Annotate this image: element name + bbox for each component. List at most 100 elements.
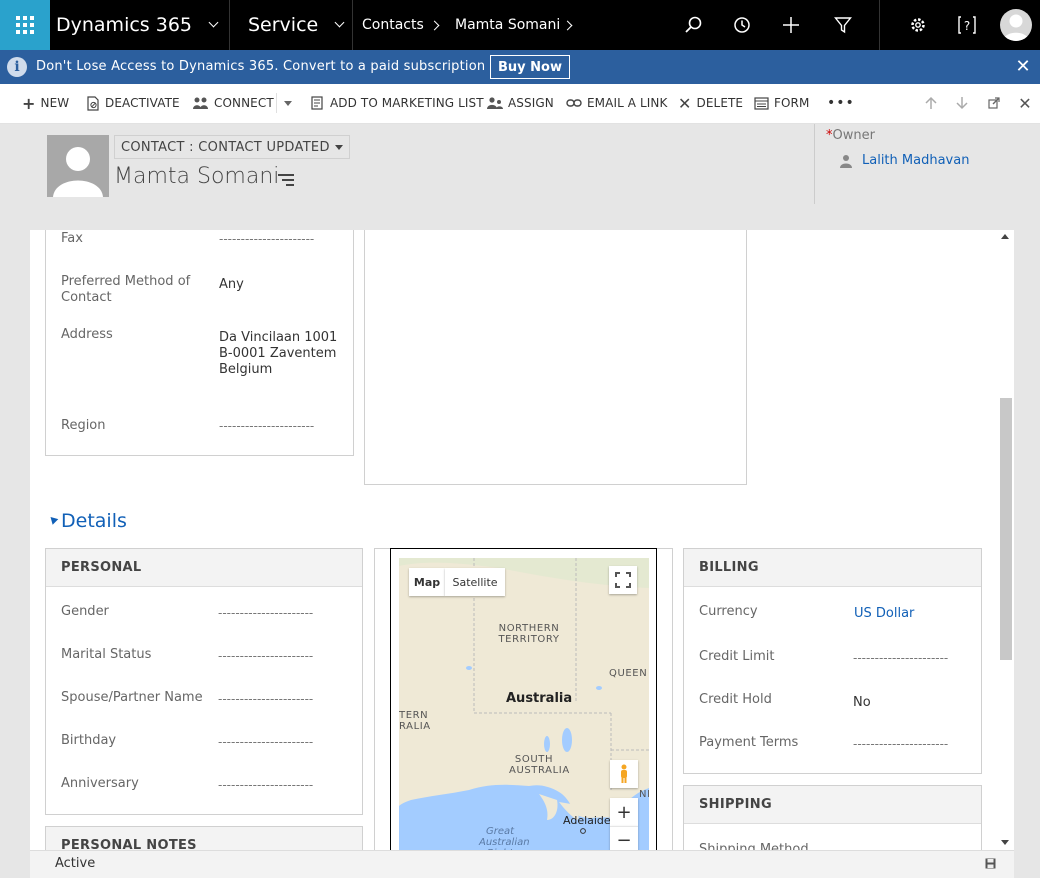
info-icon: i	[7, 57, 27, 77]
form-icon	[754, 96, 769, 110]
address-line-1[interactable]: Da Vincilaan 1001	[219, 330, 337, 346]
collapse-triangle-icon[interactable]	[47, 514, 59, 525]
pop-out-button[interactable]	[983, 84, 1005, 122]
more-commands-button[interactable]: •••	[827, 84, 855, 122]
breadcrumb-contacts[interactable]: Contacts	[362, 0, 424, 50]
form-button[interactable]: FORM	[754, 84, 809, 122]
breadcrumb-record-menu[interactable]	[562, 0, 573, 50]
delete-label: DELETE	[696, 96, 744, 110]
save-icon[interactable]	[985, 858, 996, 869]
shipping-heading: SHIPPING	[684, 786, 981, 824]
satellite-view-tab[interactable]: Satellite	[445, 568, 505, 596]
form-selector[interactable]: CONTACT : CONTACT UPDATED	[114, 135, 350, 159]
contact-photo[interactable]	[47, 135, 109, 197]
fullscreen-icon	[615, 572, 631, 588]
anniversary-value[interactable]: ----------------------	[218, 778, 313, 792]
module-menu[interactable]: Service	[248, 0, 345, 50]
settings-button[interactable]	[898, 0, 938, 50]
marketing-list-icon	[311, 96, 323, 110]
birthday-label: Birthday	[61, 733, 117, 748]
spouse-name-value[interactable]: ----------------------	[218, 692, 313, 706]
map-canvas[interactable]: Map Satellite NORTHERN TERRITORY QUEEN T…	[399, 558, 649, 852]
map-view-tab[interactable]: Map	[409, 568, 445, 596]
preferred-method-label: Preferred Method of Contact	[61, 274, 191, 305]
email-a-link-button[interactable]: EMAIL A LINK	[566, 84, 667, 122]
arrow-down-icon	[956, 97, 968, 110]
filter-icon	[834, 17, 852, 34]
address-line-3[interactable]: Belgium	[219, 362, 272, 378]
region-value[interactable]: ----------------------	[219, 419, 314, 433]
advanced-find-button[interactable]	[823, 0, 863, 50]
quick-create-button[interactable]	[771, 0, 811, 50]
next-record-button[interactable]	[951, 84, 973, 122]
plus-icon	[783, 17, 799, 33]
top-navigation-bar: Dynamics 365 Service Contacts Mamta Soma…	[0, 0, 1040, 50]
svg-text:?: ?	[964, 19, 970, 33]
fullscreen-button[interactable]	[609, 566, 637, 594]
gender-value[interactable]: ----------------------	[218, 606, 313, 620]
module-name: Service	[248, 14, 319, 36]
scrollbar-thumb[interactable]	[1000, 398, 1012, 660]
chevron-down-icon	[334, 17, 345, 28]
map-label-bight: Great Australian Bight	[479, 826, 530, 852]
chevron-down-icon	[208, 17, 219, 28]
close-icon[interactable]: ✕	[1013, 55, 1033, 77]
fax-value[interactable]: ----------------------	[219, 232, 314, 246]
email-a-link-label: EMAIL A LINK	[587, 96, 668, 110]
fax-label: Fax	[61, 231, 83, 246]
app-launcher-button[interactable]	[0, 0, 50, 50]
delete-button[interactable]: ✕ DELETE	[678, 84, 743, 122]
zoom-out-button[interactable]: −	[610, 826, 638, 852]
credit-hold-label: Credit Hold	[699, 692, 772, 707]
payment-terms-value[interactable]: ----------------------	[853, 737, 948, 751]
currency-value-link[interactable]: US Dollar	[854, 606, 914, 621]
add-to-marketing-list-button[interactable]: ADD TO MARKETING LIST	[311, 84, 484, 122]
pop-out-icon	[988, 97, 1000, 109]
credit-hold-value[interactable]: No	[853, 695, 871, 711]
credit-limit-label: Credit Limit	[699, 649, 775, 664]
app-name-menu[interactable]: Dynamics 365	[56, 0, 219, 50]
map-label-nsw: NI	[639, 789, 649, 800]
previous-record-button[interactable]	[920, 84, 942, 122]
app-name: Dynamics 365	[56, 14, 192, 36]
history-icon	[734, 17, 750, 33]
birthday-value[interactable]: ----------------------	[218, 735, 313, 749]
record-menu-button[interactable]	[278, 174, 294, 189]
preferred-method-value[interactable]: Any	[219, 277, 244, 293]
credit-limit-value[interactable]: ----------------------	[853, 651, 948, 665]
help-button[interactable]: ?	[947, 0, 987, 50]
user-avatar[interactable]	[1000, 9, 1032, 41]
details-section-title[interactable]: Details	[61, 510, 127, 532]
owner-value-link[interactable]: Lalith Madhavan	[862, 153, 969, 168]
new-button[interactable]: + NEW	[22, 84, 69, 122]
new-label: NEW	[40, 96, 70, 110]
currency-label: Currency	[699, 604, 758, 619]
chevron-right-icon	[562, 20, 573, 30]
chevron-right-icon	[429, 20, 440, 30]
form-label: FORM	[774, 96, 810, 110]
search-button[interactable]	[673, 0, 713, 50]
address-line-2[interactable]: B-0001 Zaventem	[219, 346, 336, 362]
assign-label: ASSIGN	[508, 96, 554, 110]
street-view-pegman[interactable]	[610, 760, 638, 788]
personal-notes-heading: PERSONAL NOTES	[46, 827, 362, 850]
connect-dropdown-button[interactable]	[276, 93, 298, 113]
breadcrumb-record[interactable]: Mamta Somani	[455, 0, 560, 50]
recent-records-button[interactable]	[722, 0, 762, 50]
close-form-button[interactable]: ✕	[1014, 84, 1036, 122]
map-label-nt: NORTHERN TERRITORY	[498, 623, 560, 645]
chevron-down-icon	[334, 144, 343, 150]
scroll-down-arrow-icon[interactable]	[1001, 840, 1009, 845]
connect-button[interactable]: CONNECT	[193, 84, 274, 122]
map-label-city: Adelaide	[563, 814, 611, 827]
marital-status-value[interactable]: ----------------------	[218, 649, 313, 663]
assign-button[interactable]: ASSIGN	[487, 84, 554, 122]
shipping-method-label: Shipping Method	[699, 842, 809, 850]
buy-now-button[interactable]: Buy Now	[490, 55, 570, 79]
scroll-up-arrow-icon[interactable]	[1001, 234, 1009, 239]
zoom-in-button[interactable]: +	[610, 798, 638, 826]
deactivate-label: DEACTIVATE	[105, 96, 180, 110]
region-label: Region	[61, 418, 106, 433]
deactivate-button[interactable]: DEACTIVATE	[87, 84, 180, 122]
arrow-up-icon	[925, 96, 937, 109]
